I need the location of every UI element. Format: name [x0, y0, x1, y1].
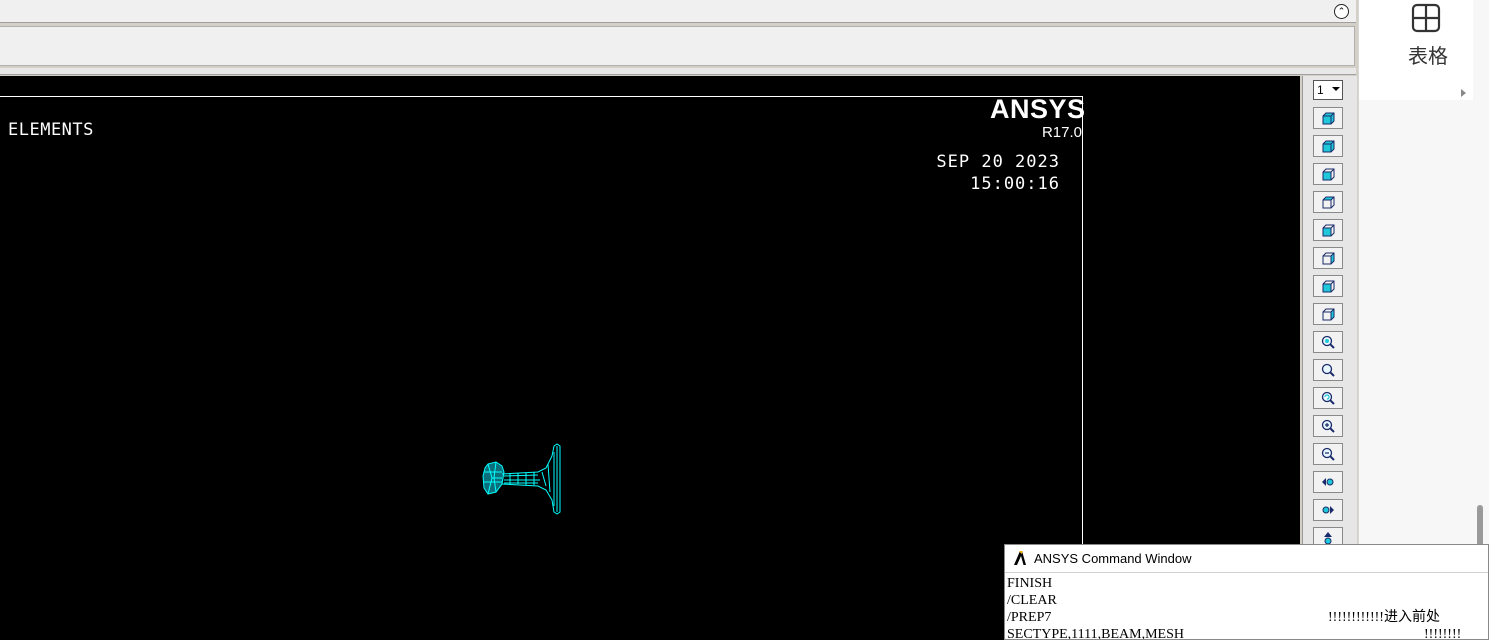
box-zoom-button[interactable] [1313, 359, 1343, 381]
bottom-view-icon [1322, 280, 1335, 293]
command-output[interactable]: FINISH /CLEAR /PREP7 !!!!!!!!!!!!进入前处 SE… [1005, 575, 1488, 640]
command-window-title: ANSYS Command Window [1034, 551, 1192, 566]
zoom-in-button[interactable] [1313, 415, 1343, 437]
command-comment: !!!!!!!! [1424, 627, 1462, 640]
command-window-titlebar[interactable]: ANSYS Command Window [1005, 545, 1488, 573]
oblique-view-icon [1322, 140, 1335, 153]
rail-section-mesh [482, 443, 561, 515]
top-view-button[interactable] [1313, 191, 1343, 213]
toolbar-divider [0, 68, 1356, 75]
plot-date: SEP 20 2023 [936, 152, 1060, 172]
box-zoom-icon [1321, 363, 1335, 377]
command-comment: !!!!!!!!!!!!进入前处 [1328, 610, 1440, 625]
toolbar-strip [0, 26, 1355, 66]
ansys-logo: ANSYS [990, 94, 1086, 124]
pan-right-icon [1322, 506, 1334, 514]
window-number-select[interactable]: 1 [1313, 80, 1343, 100]
chevron-down-icon [1332, 87, 1340, 91]
left-view-icon [1322, 224, 1335, 237]
isometric-view-button[interactable] [1313, 107, 1343, 129]
plot-title: ELEMENTS [8, 120, 94, 140]
right-view-button[interactable] [1313, 247, 1343, 269]
oblique-view-button[interactable] [1313, 135, 1343, 157]
scrollbar-thumb[interactable] [1477, 505, 1483, 547]
front-view-button[interactable] [1313, 163, 1343, 185]
right-view-icon [1322, 252, 1335, 265]
zoom-out-button[interactable] [1313, 443, 1343, 465]
fit-view-button[interactable] [1313, 331, 1343, 353]
command-line: FINISH [1007, 576, 1053, 591]
triangle-right-icon[interactable] [1461, 89, 1466, 97]
left-view-button[interactable] [1313, 219, 1343, 241]
ansys-logo-icon [1012, 550, 1028, 566]
table-tool[interactable]: 表格 [1359, 0, 1473, 100]
pan-left-button[interactable] [1313, 471, 1343, 493]
reset-view-icon [1321, 391, 1335, 405]
back-view-button[interactable] [1313, 303, 1343, 325]
utility-menu-bar: ⌃ [0, 0, 1356, 23]
zoom-in-icon [1321, 419, 1335, 433]
front-view-icon [1322, 168, 1335, 181]
table-label: 表格 [1408, 44, 1448, 68]
top-view-icon [1322, 196, 1335, 209]
isometric-view-icon [1322, 112, 1335, 125]
pan-right-button[interactable] [1313, 499, 1343, 521]
command-line: /CLEAR [1007, 593, 1057, 608]
pan-left-icon [1322, 478, 1334, 486]
pan-zoom-rotate-toolbar: 1 [1302, 76, 1357, 549]
command-line: SECTYPE,1111,BEAM,MESH [1007, 627, 1184, 640]
bottom-view-button[interactable] [1313, 275, 1343, 297]
window-number: 1 [1317, 83, 1324, 97]
reset-view-button[interactable] [1313, 387, 1343, 409]
double-chevron-up-icon[interactable]: ⌃ [1334, 4, 1349, 19]
ansys-version: R17.0 [1041, 124, 1082, 141]
zoom-out-icon [1321, 447, 1335, 461]
fit-view-icon [1321, 335, 1335, 349]
plot-time: 15:00:16 [970, 174, 1060, 194]
command-window: ANSYS Command Window FINISH /CLEAR /PREP… [1004, 544, 1489, 640]
back-view-icon [1322, 308, 1335, 321]
table-grid-icon [1411, 3, 1441, 33]
